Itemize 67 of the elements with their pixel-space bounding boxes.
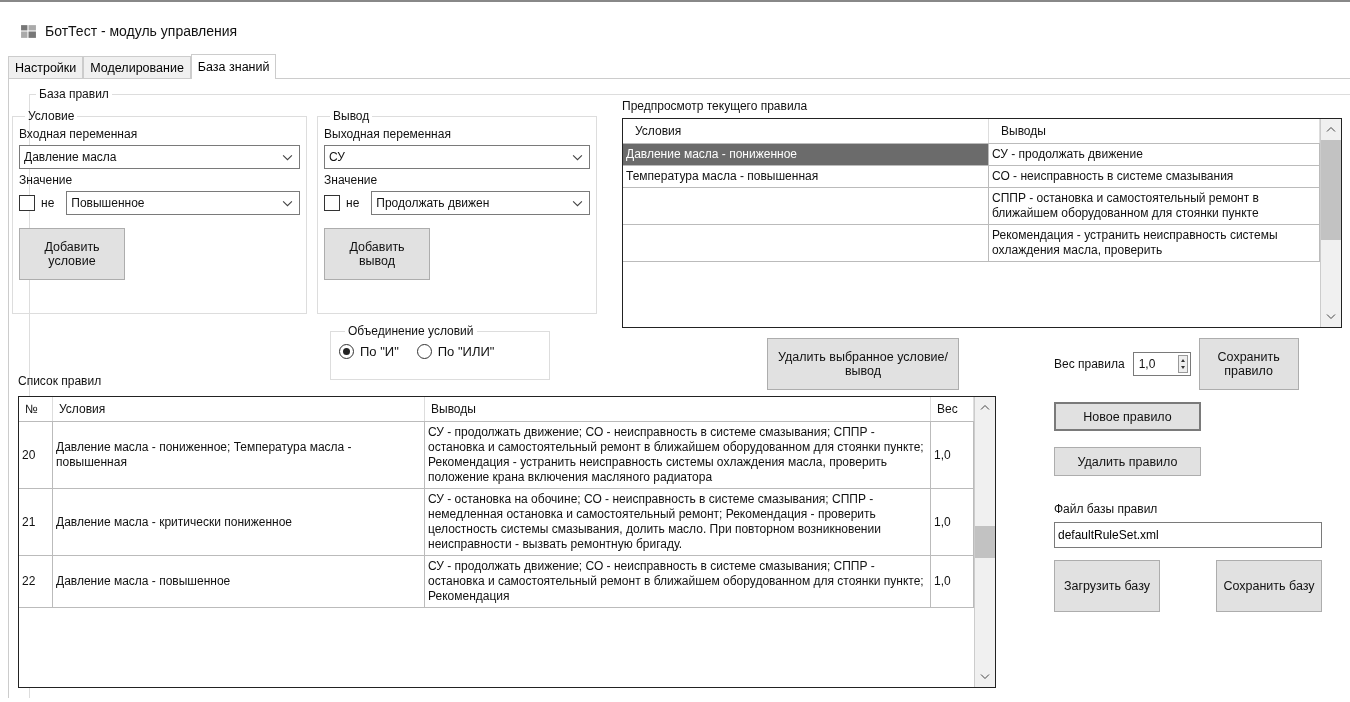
table-cell[interactable]: СУ - остановка на обочине; СО - неисправность в системе смазывания; СППР - немедленная остановка и самостоятельный ремонт; Рекомендация - проверить целостность системы смазывания, долить масло. При повторном возникновении неисправности - вызвать ремонтную бригаду. <box>425 489 931 555</box>
file-input-field[interactable]: defaultRuleSet.xml <box>1054 522 1322 548</box>
table-cell[interactable]: Давление масла - пониженное; Температура масла - повышенная <box>53 422 425 488</box>
field-label: Значение <box>19 173 74 187</box>
scrollbar-thumb[interactable] <box>975 526 995 558</box>
checkbox-label: не <box>346 196 360 210</box>
radio-button[interactable] <box>416 344 432 359</box>
delete-rule-button[interactable]: Удалить правило <box>1054 447 1201 476</box>
chevron-down-icon <box>572 199 583 207</box>
tab[interactable]: Моделирование <box>83 56 191 78</box>
save-rule-button[interactable]: Сохранить правило <box>1198 338 1299 390</box>
group-title: Объединение условий <box>347 324 475 338</box>
table-cell[interactable]: Давление масла - пониженное <box>623 144 989 165</box>
variable-dropdown[interactable]: СУ <box>324 145 590 169</box>
column-header: Условия <box>623 119 989 143</box>
table-cell[interactable]: Давление масла - критически пониженное <box>53 489 425 555</box>
group-title: База правил <box>38 87 110 101</box>
weight-spinner[interactable]: 1,0 <box>1132 352 1191 376</box>
delete-button[interactable]: Удалить выбранное условие/вывод <box>767 338 959 390</box>
chevron-up-icon <box>1326 126 1336 133</box>
table-cell[interactable]: 21 <box>19 489 53 555</box>
checkbox[interactable] <box>324 195 340 211</box>
table-cell[interactable]: 22 <box>19 556 53 607</box>
section-label: Предпросмотр текущего правила <box>622 99 809 113</box>
group-title: Условие <box>27 109 76 123</box>
add-button[interactable]: Добавить условие <box>19 228 125 280</box>
checkbox[interactable] <box>19 195 35 211</box>
table-cell[interactable]: Температура масла - повышенная <box>623 166 989 187</box>
save-base-button[interactable]: Сохранить базу <box>1216 560 1322 612</box>
radio-button[interactable] <box>339 344 354 359</box>
field-label: Файл базы правил <box>1054 502 1159 516</box>
column-header: Условия <box>53 397 425 421</box>
spinner-arrows-icon <box>1177 355 1188 373</box>
chevron-up-icon <box>980 404 990 411</box>
window-title: БотТест - модуль управления <box>45 23 238 39</box>
chevron-down-icon <box>282 153 293 161</box>
chevron-down-icon <box>282 199 293 207</box>
value-dropdown[interactable]: Продолжать движен <box>371 191 590 215</box>
new-rule-button[interactable]: Новое правило <box>1054 402 1201 431</box>
table-cell[interactable]: СУ - продолжать движение; СО - неисправность в системе смазывания; СППР - остановка и самостоятельный ремонт в ближайшем оборудованном для стоянки пункте; Рекомендация - устранить неисправность системы охлаждения масла, проверить положение крана включения масляного радиатора <box>425 422 931 488</box>
chevron-down-icon <box>572 153 583 161</box>
field-label: Вес правила <box>1054 357 1125 371</box>
variable-dropdown[interactable]: Давление масла <box>19 145 300 169</box>
app-icon <box>20 22 37 40</box>
tab[interactable]: База знаний <box>190 54 277 79</box>
load-button[interactable]: Загрузить базу <box>1054 560 1160 612</box>
section-label: Список правил <box>18 374 102 388</box>
scrollbar[interactable] <box>974 397 995 687</box>
value-dropdown[interactable]: Повышенное <box>66 191 300 215</box>
table-cell[interactable]: Давление масла - повышенное <box>53 556 425 607</box>
field-label: Входная переменная <box>19 127 139 141</box>
field-label: Значение <box>324 173 379 187</box>
table-cell[interactable]: СУ - продолжать движение; СО - неисправность в системе смазывания; СППР - остановка и самостоятельный ремонт в ближайшем оборудованном для стоянки пункте; Рекомендация <box>425 556 931 607</box>
table-cell[interactable]: 20 <box>19 422 53 488</box>
column-header: № <box>19 397 53 421</box>
chevron-down-icon <box>1326 313 1336 320</box>
chevron-down-icon <box>980 673 990 680</box>
group-title: Вывод <box>332 109 371 123</box>
checkbox-label: не <box>41 196 55 210</box>
add-button[interactable]: Добавить вывод <box>324 228 430 280</box>
column-header: Выводы <box>425 397 931 421</box>
field-label: Выходная переменная <box>324 127 452 141</box>
tab[interactable]: Настройки <box>8 56 84 78</box>
radio-label: По "ИЛИ" <box>437 344 495 359</box>
radio-label: По "И" <box>360 344 399 359</box>
scrollbar[interactable] <box>1320 119 1341 327</box>
scrollbar-thumb[interactable] <box>1321 140 1341 240</box>
